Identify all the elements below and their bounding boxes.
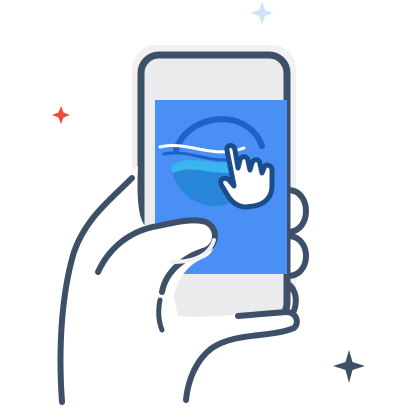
sparkle-red-icon bbox=[52, 106, 70, 124]
hand-holding-phone-illustration bbox=[52, 2, 365, 405]
sparkle-dark-icon bbox=[333, 350, 365, 383]
sparkle-blue-icon bbox=[251, 2, 273, 24]
illustration-stage bbox=[0, 0, 420, 420]
